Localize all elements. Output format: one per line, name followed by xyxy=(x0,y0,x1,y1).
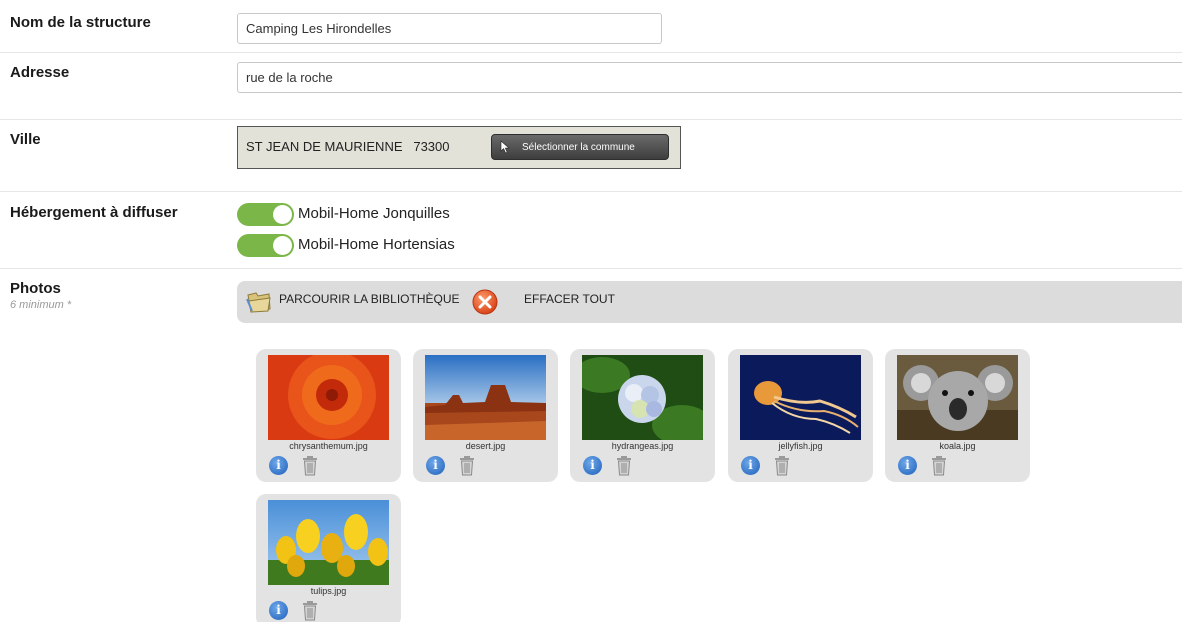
photo-thumbnail[interactable] xyxy=(268,355,389,440)
trash-icon[interactable] xyxy=(301,600,319,621)
photo-thumbnail[interactable] xyxy=(425,355,546,440)
toggle-jonquilles[interactable] xyxy=(237,203,294,226)
clear-all-button[interactable]: EFFACER TOUT xyxy=(524,292,615,306)
photo-filename: desert.jpg xyxy=(465,441,506,451)
photo-filename: koala.jpg xyxy=(939,441,976,451)
photos-label: Photos xyxy=(10,280,61,297)
delete-circle-icon[interactable] xyxy=(472,289,498,315)
toggle-hortensias[interactable] xyxy=(237,234,294,257)
info-icon[interactable]: i xyxy=(741,456,760,475)
photo-card: tulips.jpg i xyxy=(256,494,401,622)
nom-input[interactable]: Camping Les Hirondelles xyxy=(237,13,662,44)
trash-icon[interactable] xyxy=(615,455,633,476)
browse-library-button[interactable]: PARCOURIR LA BIBLIOTHÈQUE xyxy=(279,292,460,306)
photos-sublabel: 6 minimum * xyxy=(10,299,72,311)
photo-thumbnail[interactable] xyxy=(740,355,861,440)
adresse-label: Adresse xyxy=(10,64,70,81)
photo-card: hydrangeas.jpg i xyxy=(570,349,715,482)
info-icon[interactable]: i xyxy=(269,456,288,475)
folder-open-icon[interactable] xyxy=(245,289,273,315)
photo-filename: jellyfish.jpg xyxy=(778,441,823,451)
divider xyxy=(0,268,1182,269)
photo-thumbnail[interactable] xyxy=(268,500,389,585)
divider xyxy=(0,52,1182,53)
info-icon[interactable]: i xyxy=(269,601,288,620)
nom-label: Nom de la structure xyxy=(10,14,151,31)
hebergement-item-label: Mobil-Home Jonquilles xyxy=(298,205,450,222)
cursor-arrow-icon xyxy=(500,140,510,154)
photos-toolbar: PARCOURIR LA BIBLIOTHÈQUE EFFACER TOUT xyxy=(237,281,1182,323)
photo-filename: chrysanthemum.jpg xyxy=(289,441,368,451)
trash-icon[interactable] xyxy=(458,455,476,476)
photo-card: chrysanthemum.jpg i xyxy=(256,349,401,482)
ville-label: Ville xyxy=(10,131,41,148)
photo-thumbnail[interactable] xyxy=(582,355,703,440)
photo-thumbnail[interactable] xyxy=(897,355,1018,440)
photo-card: desert.jpg i xyxy=(413,349,558,482)
toggle-knob xyxy=(273,205,292,224)
photo-card: jellyfish.jpg i xyxy=(728,349,873,482)
info-icon[interactable]: i xyxy=(426,456,445,475)
trash-icon[interactable] xyxy=(930,455,948,476)
adresse-input[interactable]: rue de la roche xyxy=(237,62,1182,93)
photo-card: koala.jpg i xyxy=(885,349,1030,482)
trash-icon[interactable] xyxy=(301,455,319,476)
photo-filename: hydrangeas.jpg xyxy=(611,441,674,451)
trash-icon[interactable] xyxy=(773,455,791,476)
select-commune-button[interactable]: Sélectionner la commune xyxy=(491,134,669,160)
select-commune-label: Sélectionner la commune xyxy=(522,141,635,153)
ville-value: ST JEAN DE MAURIENNE 73300 xyxy=(246,139,450,154)
hebergement-item-label: Mobil-Home Hortensias xyxy=(298,236,455,253)
hebergement-label: Hébergement à diffuser xyxy=(10,204,178,221)
ville-field: ST JEAN DE MAURIENNE 73300 Sélectionner … xyxy=(237,126,681,169)
divider xyxy=(0,191,1182,192)
info-icon[interactable]: i xyxy=(583,456,602,475)
info-icon[interactable]: i xyxy=(898,456,917,475)
divider xyxy=(0,119,1182,120)
toggle-knob xyxy=(273,236,292,255)
photo-filename: tulips.jpg xyxy=(310,586,347,596)
